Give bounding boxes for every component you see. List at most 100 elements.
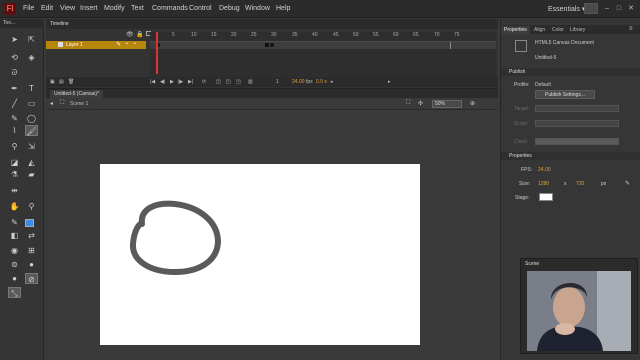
eyedropper-tool-icon[interactable]: ⚗ [8, 169, 21, 180]
timeline-tab[interactable]: Timeline [46, 19, 498, 29]
bone-tool-icon[interactable]: ⚲ [8, 141, 21, 152]
paint-bucket-tool-icon[interactable]: ◪ [8, 157, 21, 168]
tab-library[interactable]: Library [567, 26, 588, 34]
menu-help[interactable]: Help [276, 5, 290, 12]
tab-align[interactable]: Align [531, 26, 548, 34]
pencil-tool-icon[interactable]: ✎ [8, 113, 21, 124]
fps-value[interactable]: 24.00 [538, 167, 551, 173]
playhead[interactable] [156, 32, 158, 74]
back-arrow-icon[interactable]: ◂ [50, 100, 53, 107]
free-transform-tool-icon[interactable]: ⟲ [8, 52, 21, 63]
edit-symbol-icon[interactable]: ✣ [418, 100, 423, 107]
onion-skin-icon[interactable]: ◫ [216, 79, 221, 85]
width-tool-icon[interactable]: ⇹ [8, 185, 21, 196]
delete-layer-icon[interactable]: 🗑 [68, 79, 74, 85]
visibility-dot[interactable]: • [126, 41, 128, 47]
current-frame[interactable]: 1 [276, 79, 279, 85]
menu-edit[interactable]: Edit [41, 5, 53, 12]
layer-frame-row[interactable] [150, 41, 496, 49]
publish-settings-button[interactable]: Publish Settings... [535, 90, 595, 99]
close-icon[interactable]: ✕ [626, 4, 636, 13]
subselection-tool-icon[interactable]: ⇱ [25, 34, 38, 45]
center-stage-icon[interactable]: ⊕ [470, 100, 475, 107]
layer-row[interactable]: Layer 1 ✎ • • [46, 41, 146, 49]
modify-markers-icon[interactable]: ▥ [248, 79, 253, 85]
eye-icon[interactable]: 👁 [126, 31, 134, 38]
paint-brush-tool-icon[interactable]: ⌇ [8, 125, 21, 136]
text-tool-icon[interactable]: T [25, 83, 38, 94]
workspace-switcher[interactable]: Essentials ▾ [548, 5, 585, 13]
publish-section-header[interactable]: Publish [501, 68, 640, 76]
line-tool-icon[interactable]: ╱ [8, 98, 21, 109]
lock-dot[interactable]: • [134, 41, 136, 47]
frame-rate[interactable]: 24.00 [292, 79, 305, 85]
menu-window[interactable]: Window [245, 5, 270, 12]
search-input[interactable] [584, 3, 598, 14]
selection-tool-icon[interactable]: ➤ [8, 34, 21, 45]
menu-text[interactable]: Text [131, 5, 144, 12]
scene-breadcrumb[interactable]: Scene 1 [70, 101, 88, 107]
zoom-tool-icon[interactable]: ⚲ [25, 201, 38, 212]
play-icon[interactable]: ▶ [170, 79, 174, 85]
zoom-select[interactable]: 50% [432, 100, 462, 108]
snap-icon[interactable]: ⊞ [25, 245, 38, 256]
document-tab[interactable]: Untitled-5 (Canvas)* [50, 90, 104, 98]
next-frame-icon[interactable]: |▶ [178, 79, 183, 85]
maximize-icon[interactable]: □ [614, 4, 624, 13]
stage-canvas[interactable] [100, 164, 420, 345]
script-select[interactable] [535, 120, 619, 127]
stage-height[interactable]: 720 [576, 181, 584, 187]
menu-view[interactable]: View [60, 5, 75, 12]
minimize-icon[interactable]: – [602, 4, 612, 13]
loop-icon[interactable]: ⟳ [202, 79, 206, 85]
fill-color-swatch[interactable] [25, 219, 34, 227]
lock-icon[interactable]: 🔒 [136, 31, 143, 38]
brush-mode-icon[interactable]: ⊜ [8, 259, 21, 270]
properties-section-header[interactable]: Properties [501, 152, 640, 160]
brush-size-icon[interactable]: ● [25, 259, 38, 270]
stroke-color-icon[interactable]: ✎ [8, 217, 21, 228]
keyframe[interactable] [270, 43, 274, 47]
last-frame-icon[interactable]: ▶| [188, 79, 193, 85]
tab-properties[interactable]: Properties [501, 26, 530, 34]
brush-shape-icon[interactable]: ● [8, 273, 21, 284]
menu-debug[interactable]: Debug [219, 5, 240, 12]
keyframe[interactable] [265, 43, 269, 47]
drawn-circle-stroke[interactable] [100, 164, 420, 345]
edit-scene-icon[interactable]: ⛶ [406, 100, 410, 107]
lock-fill-icon[interactable]: ⊘ [25, 273, 38, 284]
3d-rotation-tool-icon[interactable]: ◈ [25, 52, 38, 63]
black-white-icon[interactable]: ◧ [8, 230, 21, 241]
eraser-tool-icon[interactable]: ▰ [25, 169, 38, 180]
scroll-right-icon[interactable]: ▸ [388, 79, 391, 85]
class-field[interactable] [535, 138, 619, 145]
menu-file[interactable]: File [23, 5, 34, 12]
oval-tool-icon[interactable]: ◯ [25, 113, 38, 124]
pen-tool-icon[interactable]: ✒ [8, 83, 21, 94]
swap-colors-icon[interactable]: ⇄ [25, 230, 38, 241]
rectangle-tool-icon[interactable]: ▭ [25, 98, 38, 109]
edit-multiple-icon[interactable]: ◳ [236, 79, 241, 85]
panel-menu-icon[interactable]: ≡ [629, 26, 633, 32]
menu-control[interactable]: Control [189, 5, 212, 12]
hand-tool-icon[interactable]: ✋ [8, 201, 21, 212]
menu-modify[interactable]: Modify [104, 5, 125, 12]
new-layer-icon[interactable]: ▣ [50, 79, 55, 85]
menu-insert[interactable]: Insert [80, 5, 98, 12]
new-folder-icon[interactable]: ▤ [59, 79, 64, 85]
stage-width[interactable]: 1280 [538, 181, 549, 187]
pressure-icon[interactable]: ⤡ [8, 287, 21, 298]
target-select[interactable] [535, 105, 619, 112]
lasso-tool-icon[interactable]: ᘐ [8, 67, 21, 78]
first-frame-icon[interactable]: |◀ [150, 79, 155, 85]
prev-frame-icon[interactable]: ◀| [160, 79, 165, 85]
stage-color-swatch[interactable] [539, 193, 553, 201]
ink-bottle-tool-icon[interactable]: ◭ [25, 157, 38, 168]
onion-outline-icon[interactable]: ◰ [226, 79, 231, 85]
object-drawing-icon[interactable]: ◉ [8, 245, 21, 256]
scroll-left-icon[interactable]: ◂ [330, 79, 333, 85]
brush-tool-icon[interactable]: 🖌 [25, 125, 38, 136]
edit-size-icon[interactable]: ✎ [625, 180, 630, 187]
timeline-frames[interactable]: 5 10 15 20 25 30 35 40 45 50 55 60 65 70… [150, 32, 496, 82]
tab-color[interactable]: Color [549, 26, 567, 34]
